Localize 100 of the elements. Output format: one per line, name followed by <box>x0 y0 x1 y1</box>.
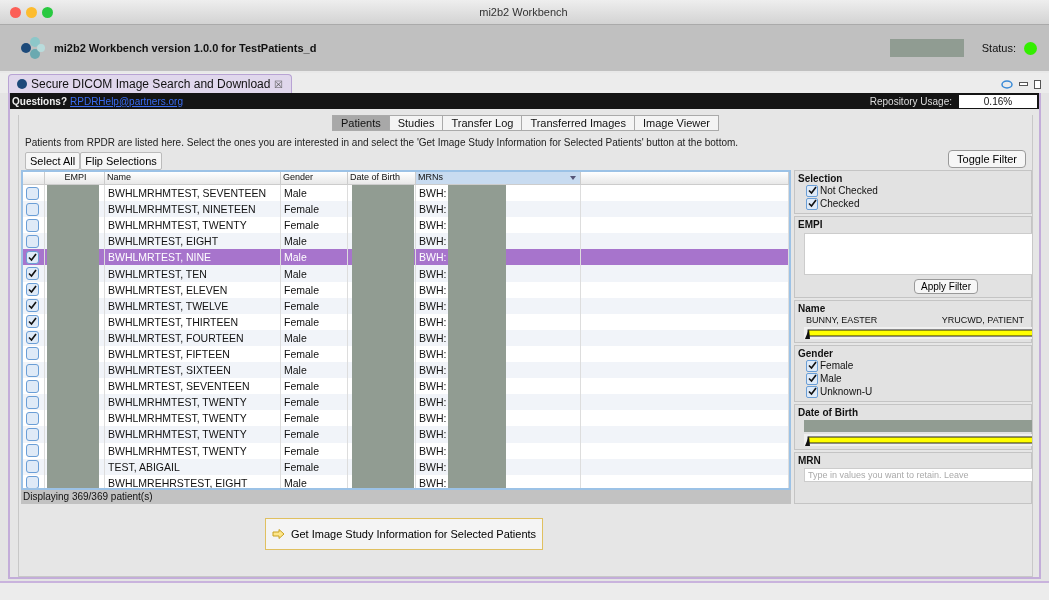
table-cell: BWH: <box>419 348 447 360</box>
checkbox[interactable] <box>26 218 39 232</box>
table-cell: BWHLMRHMTEST, NINETEEN <box>105 201 281 218</box>
table-cell: BWHLMRHMTEST, TWENTY <box>105 442 281 459</box>
column-header[interactable]: Name <box>105 172 281 184</box>
column-header[interactable]: Gender <box>281 172 348 184</box>
arrow-icon <box>271 529 285 539</box>
checkbox[interactable] <box>26 427 39 441</box>
table-row[interactable]: BWHLMRHMTEST, TWENTY Female BWH: <box>23 442 789 459</box>
checkbox[interactable] <box>26 250 39 264</box>
checkbox[interactable] <box>26 347 39 361</box>
checkbox-label: Female <box>820 360 854 371</box>
tab[interactable]: Patients <box>331 115 390 131</box>
table-row[interactable]: BWHLMRTEST, SIXTEEN Male BWH: <box>23 362 789 379</box>
table-row[interactable]: TEST, ABIGAIL Female BWH: <box>23 458 789 475</box>
zoom-button[interactable] <box>42 6 53 18</box>
range-max-label: YRUCWD, PATIENT <box>941 315 1024 325</box>
view-tab[interactable]: Secure DICOM Image Search and Download ☒ <box>8 74 293 93</box>
table-cell: BWHLMRTEST, FOURTEEN <box>105 329 281 346</box>
table-cell: BWHLMRHMTEST, TWENTY <box>105 426 281 443</box>
minimize-icon[interactable] <box>1019 82 1028 87</box>
redacted-block <box>448 185 507 202</box>
checkbox[interactable] <box>806 385 818 398</box>
checkbox[interactable] <box>806 184 818 197</box>
tab[interactable]: Image Viewer <box>634 115 720 131</box>
status-light-icon <box>1024 41 1037 55</box>
checkbox[interactable] <box>26 234 39 248</box>
column-header[interactable]: EMPI <box>45 172 105 184</box>
table-row[interactable]: BWHLMRTEST, THIRTEEN Female BWH: <box>23 313 789 330</box>
view-icon <box>17 79 27 89</box>
checkbox[interactable] <box>26 411 39 425</box>
table-row[interactable]: BWHLMRTEST, TWELVE Female BWH: <box>23 297 789 314</box>
checkbox[interactable] <box>26 476 39 488</box>
usage-label: Repository Usage: <box>869 95 952 107</box>
select-all-button[interactable]: Select All <box>25 152 81 170</box>
tab[interactable]: Studies <box>389 115 444 131</box>
table-cell: Female <box>281 458 348 475</box>
empi-field[interactable] <box>804 233 1032 275</box>
range-slider[interactable] <box>804 434 1032 446</box>
checkbox[interactable] <box>26 186 39 200</box>
instructions-text: Patients from RPDR are listed here. Select the ones you are interested in and select the 'Get Image Study Information for Selected Patients' button at the bottom. <box>24 136 740 148</box>
checkbox[interactable] <box>806 197 818 210</box>
range-slider[interactable] <box>804 327 1032 339</box>
checkbox[interactable] <box>806 372 818 385</box>
table-row[interactable]: BWHLMRHMTEST, NINETEEN Female BWH: <box>23 201 789 218</box>
maximize-icon[interactable] <box>1034 80 1041 89</box>
tab[interactable]: Transfer Log <box>443 115 523 131</box>
table-cell: BWH: <box>419 476 447 488</box>
status-label: Status: <box>981 42 1016 54</box>
column-header[interactable]: MRNs <box>416 172 581 184</box>
table-row[interactable]: BWHLMRHMTEST, TWENTY Female BWH: <box>23 394 789 411</box>
toggle-filter-button[interactable]: Toggle Filter <box>948 150 1026 168</box>
table-cell: Female <box>281 297 348 314</box>
table-cell: BWH: <box>419 315 447 328</box>
table-cell: BWH: <box>419 380 447 393</box>
checkbox[interactable] <box>26 315 39 329</box>
get-study-info-button[interactable]: Get Image Study Information for Selected Patients <box>264 518 544 550</box>
range-min-label: BUNNY, EASTER <box>806 315 878 325</box>
table-row[interactable]: BWHLMRTEST, FOURTEEN Male BWH: <box>23 329 789 346</box>
checkbox[interactable] <box>26 444 39 458</box>
table-cell: BWH: <box>419 283 447 296</box>
checkbox[interactable] <box>26 460 39 474</box>
table-cell: BWH: <box>419 235 447 248</box>
app-title: mi2b2 Workbench version 1.0.0 for TestPatients_d <box>54 42 318 54</box>
close-icon[interactable]: ☒ <box>274 78 284 90</box>
table-cell: BWH: <box>419 364 447 377</box>
usage-value: 0.16% <box>959 94 1037 108</box>
checkbox[interactable] <box>26 331 39 345</box>
table-cell: Female <box>281 442 348 459</box>
checkbox[interactable] <box>26 363 39 377</box>
checkbox[interactable] <box>26 267 39 280</box>
filter-title: Selection <box>798 173 844 184</box>
email-link[interactable]: RPDRHelp@partners.org <box>70 95 183 107</box>
table-cell: BWH: <box>419 460 447 473</box>
checkbox[interactable] <box>26 202 39 216</box>
table-cell: BWHLMRTEST, THIRTEEN <box>105 313 281 330</box>
checkbox[interactable] <box>26 395 39 409</box>
checkbox[interactable] <box>806 359 818 372</box>
table-row[interactable]: BWHLMRTEST, ELEVEN Female BWH: <box>23 281 789 298</box>
table-row[interactable]: BWHLMRHMTEST, TWENTY Female BWH: <box>23 426 789 443</box>
checkbox[interactable] <box>26 379 39 393</box>
table-row[interactable]: BWHLMRTEST, TEN Male BWH: <box>23 265 789 282</box>
flip-selections-button[interactable]: Flip Selections <box>80 152 162 170</box>
checkbox-label: Not Checked <box>820 185 878 196</box>
checkbox-label: Unknown-U <box>820 386 873 397</box>
checkbox[interactable] <box>26 283 39 297</box>
mrn-field[interactable]: Type in values you want to retain. Leave <box>804 468 1032 482</box>
checkbox[interactable] <box>26 299 39 313</box>
apply-filter-button[interactable]: Apply Filter <box>914 279 978 294</box>
sort-icon <box>570 176 576 180</box>
table-cell: BWH: <box>419 187 447 200</box>
tab[interactable]: Transferred Images <box>522 115 635 131</box>
table-row[interactable]: BWHLMRTEST, EIGHT Male BWH: <box>23 233 789 250</box>
window-title: mi2b2 Workbench <box>479 6 568 18</box>
table-cell: Female <box>281 201 348 218</box>
link-icon[interactable] <box>1001 80 1013 89</box>
view-title: Secure DICOM Image Search and Download <box>31 77 271 91</box>
close-button[interactable] <box>10 6 21 18</box>
table-cell: Male <box>281 329 348 346</box>
redacted-block <box>47 185 99 202</box>
